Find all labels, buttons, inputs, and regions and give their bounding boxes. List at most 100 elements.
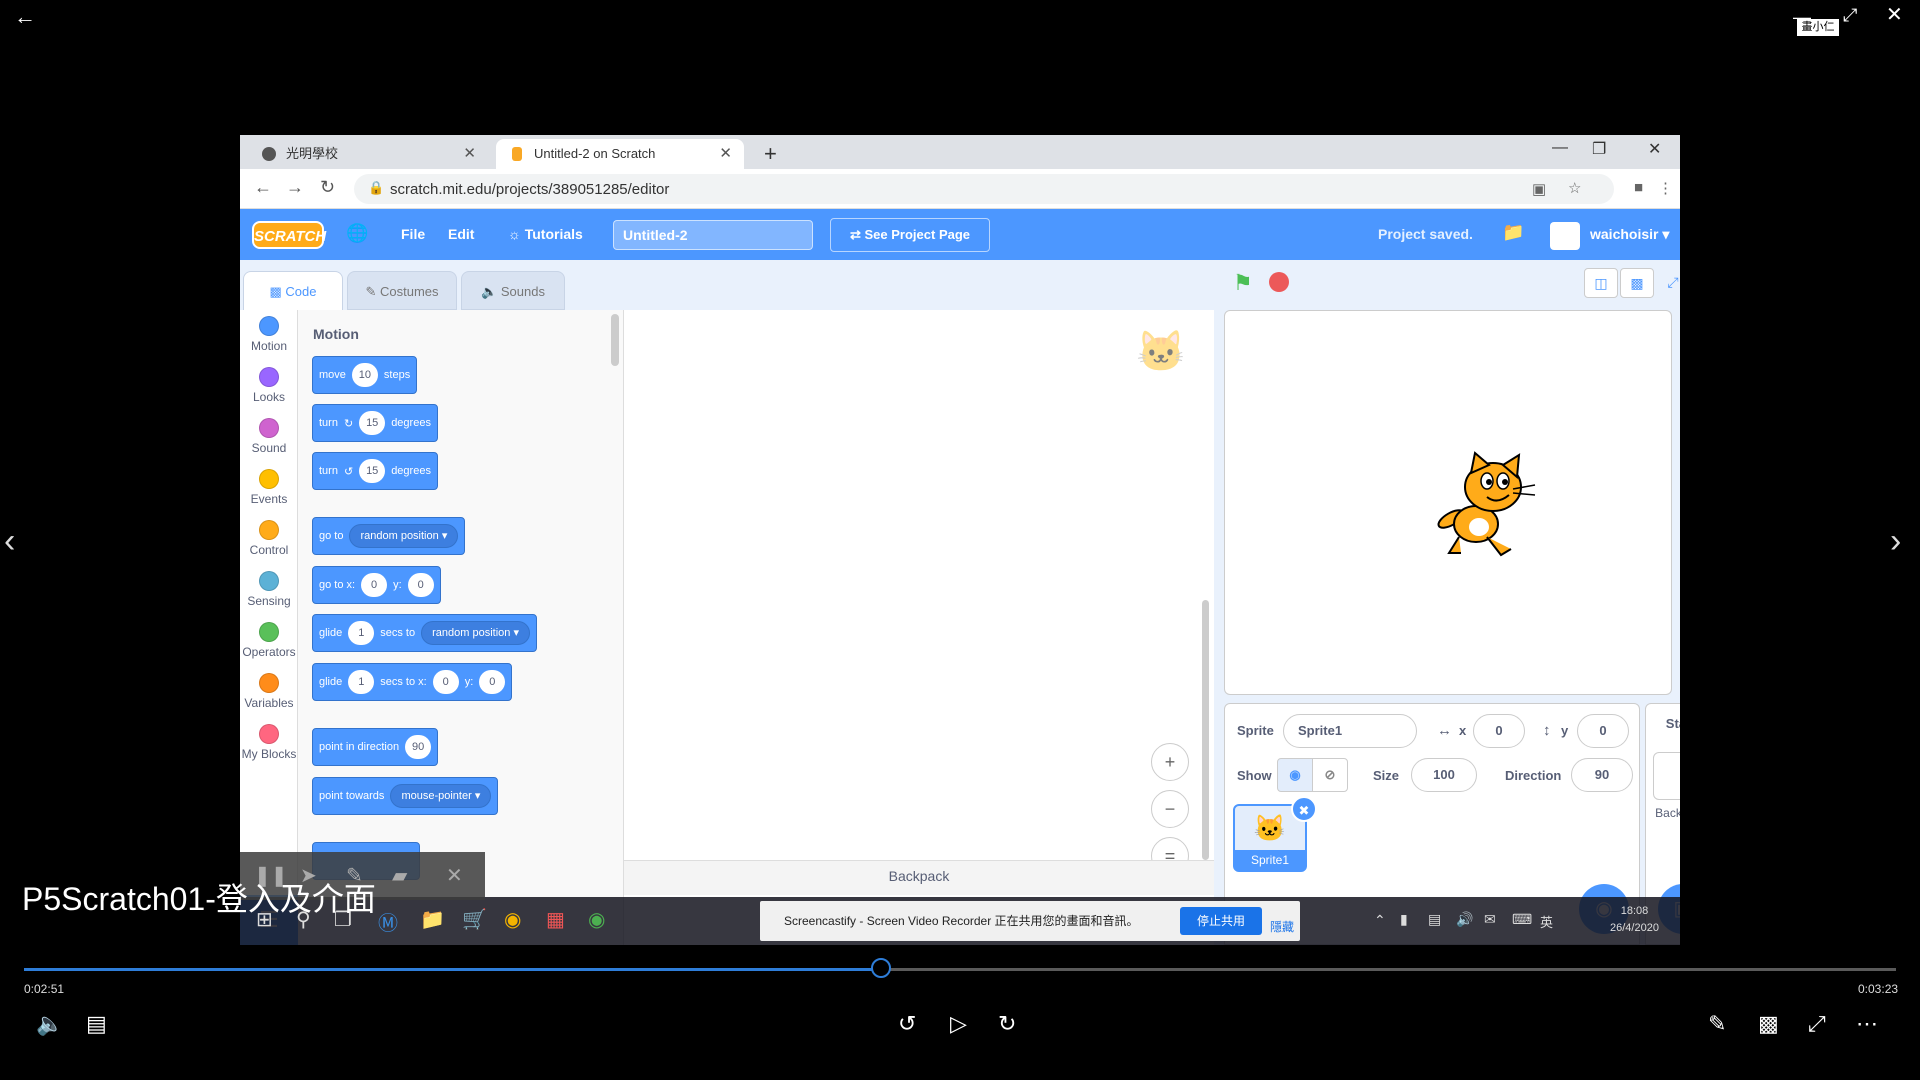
browser-restore-icon[interactable]: ❐ [1592,139,1606,159]
fullscreen-icon[interactable]: ⤢ [1656,268,1680,298]
tab-costumes[interactable]: ✎ Costumes [347,271,457,310]
taskbar-clock[interactable]: 18:08 26/4/2020 [1610,903,1659,937]
browser-close-icon[interactable]: ✕ [1648,139,1661,159]
zoom-in-icon[interactable]: + [1151,743,1189,781]
edge-icon[interactable]: Ⓜ [378,907,398,936]
block-turn-left[interactable]: turn ↺ 15 degrees [312,452,438,490]
eraser-icon[interactable]: ▰ [392,863,407,888]
size-input[interactable]: 100 [1411,758,1477,792]
volume-control-icon[interactable]: 🔈 [36,1011,63,1037]
extension-icon[interactable]: ■ [1634,179,1643,196]
translate-icon[interactable]: ▣ [1532,180,1546,198]
close-toolbar-icon[interactable]: ✕ [446,863,463,888]
block-point-in-direction[interactable]: point in direction 90 [312,728,439,766]
category-variables[interactable]: Variables [240,673,298,710]
script-area[interactable]: 🐱 + − = [624,310,1214,945]
category-my-blocks[interactable]: My Blocks [240,724,298,761]
trash-icon[interactable]: ✖ [1291,796,1317,822]
tab-sounds[interactable]: 🔈 Sounds [461,271,565,310]
volume-icon[interactable]: 🔊 [1456,911,1473,928]
block-input[interactable]: 90 [405,735,432,759]
shrink-icon[interactable]: ⤢ [1808,1011,1826,1037]
bookmark-star-icon[interactable]: ☆ [1568,179,1581,197]
draw-pen-icon[interactable]: ✎ [1708,1011,1726,1037]
block-input[interactable]: 0 [479,670,506,694]
block-turn-right[interactable]: turn ↻ 15 degrees [312,404,438,442]
tray-chevron-up-icon[interactable]: ⌃ [1374,912,1386,929]
block-input[interactable]: 1 [348,670,375,694]
notification-icon[interactable]: ✉ [1484,911,1496,928]
stage-canvas[interactable] [1224,310,1672,695]
block-go-to[interactable]: go to random position ▾ [312,517,466,555]
file-menu[interactable]: File [401,226,425,242]
block-point-towards[interactable]: point towards mouse-pointer ▾ [312,777,499,815]
block-dropdown[interactable]: random position ▾ [349,524,459,548]
block-go-to-xy[interactable]: go to x: 0 y: 0 [312,566,441,604]
exit-fullscreen-icon[interactable]: ⤢ [1843,6,1857,24]
network-icon[interactable]: ▤ [1428,911,1441,928]
sprite-name-input[interactable]: Sprite1 [1283,714,1417,748]
browser-menu-icon[interactable]: ⋮ [1658,179,1673,197]
block-input[interactable]: 15 [359,411,386,435]
reload-icon[interactable]: ↻ [320,177,335,198]
ime-indicator[interactable]: 英 [1540,912,1553,931]
block-input[interactable]: 10 [351,363,378,387]
green-flag-icon[interactable]: ⚑ [1233,270,1253,296]
chrome-icon[interactable]: ◉ [504,907,521,932]
category-operators[interactable]: Operators [240,622,298,659]
my-stuff-folder-icon[interactable]: 📁 [1502,222,1524,243]
minimize-icon[interactable]: — [1793,8,1811,26]
store-icon[interactable]: 🛒 [462,907,487,932]
new-tab-icon[interactable]: + [764,141,777,167]
block-input[interactable]: 0 [361,573,388,597]
browser-minimize-icon[interactable]: — [1552,139,1568,157]
tab-close-icon[interactable]: ✕ [463,139,476,169]
stage-thumbnail[interactable] [1653,752,1680,800]
see-project-page-button[interactable]: ⇄ See Project Page [830,218,990,252]
tab-code[interactable]: ▩ Code [243,271,343,310]
seek-bar[interactable] [24,968,1896,971]
category-sound[interactable]: Sound [240,418,298,455]
tutorials-menu[interactable]: ☼ Tutorials [508,226,583,242]
block-glide-to[interactable]: glide 1 secs to random position ▾ [312,614,537,652]
language-globe-icon[interactable]: 🌐 [346,223,368,244]
show-hidden-icon[interactable]: ⊘ [1312,758,1348,792]
hide-button[interactable]: 隱藏 [1270,907,1294,945]
block-dropdown[interactable]: random position ▾ [421,621,530,645]
category-control[interactable]: Control [240,520,298,557]
category-motion[interactable]: Motion [240,316,298,353]
scratch-logo[interactable]: SCRATCH [252,221,326,249]
avatar[interactable] [1550,222,1580,250]
nav-back-icon[interactable]: ← [254,177,272,198]
mini-player-icon[interactable]: ▩ [1758,1011,1779,1037]
block-input[interactable]: 1 [348,621,375,645]
play-icon[interactable]: ▷ [950,1011,967,1037]
tab-school[interactable]: 光明學校 ✕ [248,139,488,169]
seek-handle[interactable] [871,958,891,978]
cat-sprite[interactable] [1431,449,1541,559]
direction-input[interactable]: 90 [1571,758,1633,792]
palette-scrollbar[interactable] [611,314,619,366]
block-move[interactable]: move 10 steps [312,356,418,394]
show-visible-icon[interactable]: ◉ [1277,758,1313,792]
zoom-out-icon[interactable]: − [1151,790,1189,828]
script-scrollbar[interactable] [1202,600,1209,860]
rewind-10-icon[interactable]: ↺ [898,1011,916,1037]
tab-scratch[interactable]: Untitled-2 on Scratch ✕ [496,139,744,169]
block-input[interactable]: 15 [359,459,386,483]
more-options-icon[interactable]: ⋯ [1856,1011,1878,1037]
close-icon[interactable]: ✕ [1886,5,1903,25]
url-field[interactable]: 🔒 scratch.mit.edu/projects/389051285/edi… [354,174,1614,204]
category-sensing[interactable]: Sensing [240,571,298,608]
category-looks[interactable]: Looks [240,367,298,404]
back-arrow-icon[interactable]: ← [14,6,36,28]
category-events[interactable]: Events [240,469,298,506]
normal-stage-icon[interactable]: ▩ [1620,268,1654,298]
block-glide-to-xy[interactable]: glide 1 secs to x: 0 y: 0 [312,663,513,701]
block-input[interactable]: 0 [432,670,459,694]
block-dropdown[interactable]: mouse-pointer ▾ [390,784,492,808]
y-input[interactable]: 0 [1577,714,1629,748]
account-menu[interactable]: waichoisir ▾ [1590,226,1669,243]
nav-forward-icon[interactable]: → [286,177,304,198]
backpack-bar[interactable]: Backpack [624,860,1214,895]
